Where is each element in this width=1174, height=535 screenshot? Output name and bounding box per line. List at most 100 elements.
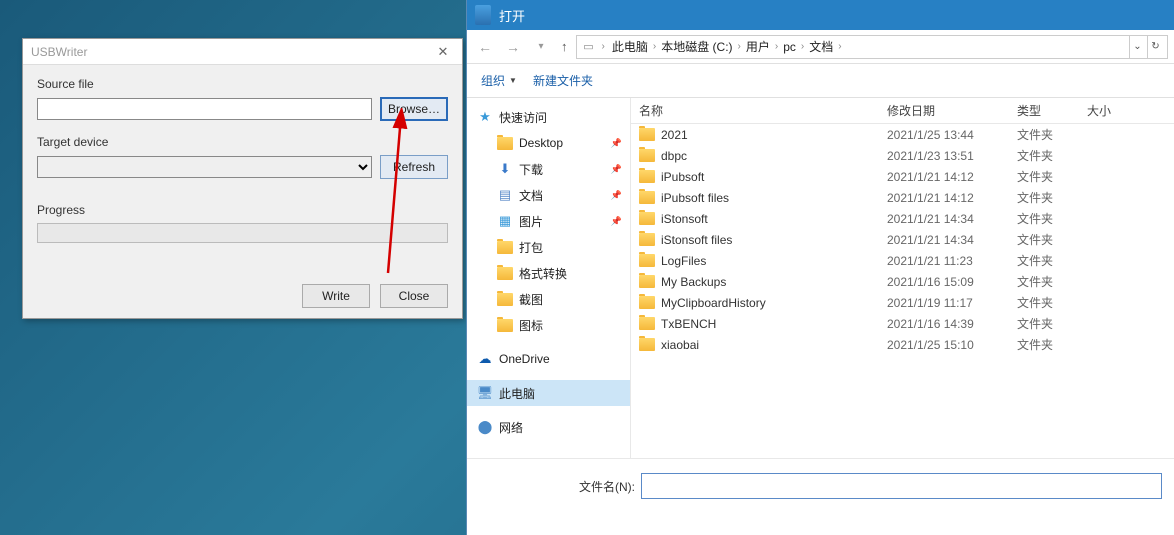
sidebar-item-label: 打包 xyxy=(519,239,543,256)
file-name: iPubsoft xyxy=(661,170,704,184)
file-row[interactable]: My Backups 2021/1/16 15:09文件夹 xyxy=(631,271,1174,292)
file-date: 2021/1/21 14:12 xyxy=(887,191,1017,205)
folder-icon xyxy=(639,317,655,330)
sidebar-item[interactable]: 打包 xyxy=(467,234,630,260)
file-name: iPubsoft files xyxy=(661,191,729,205)
progress-bar xyxy=(37,223,448,243)
new-folder-button[interactable]: 新建文件夹 xyxy=(533,72,593,89)
file-type: 文件夹 xyxy=(1017,252,1087,269)
organize-menu[interactable]: 组织▼ xyxy=(481,72,517,89)
column-type[interactable]: 类型 xyxy=(1017,102,1087,119)
pc-icon: 🖥 xyxy=(477,385,493,401)
sidebar-item[interactable]: 图标 xyxy=(467,312,630,338)
file-row[interactable]: iStonsoft2021/1/21 14:34文件夹 xyxy=(631,208,1174,229)
breadcrumb-item[interactable]: pc xyxy=(781,40,798,54)
sidebar-item[interactable]: Desktop📌 xyxy=(467,130,630,156)
file-name: xiaobai xyxy=(661,338,699,352)
file-row[interactable]: iPubsoft files 2021/1/21 14:12文件夹 xyxy=(631,187,1174,208)
file-type: 文件夹 xyxy=(1017,336,1087,353)
cloud-icon: ☁ xyxy=(477,351,493,367)
write-button[interactable]: Write xyxy=(302,284,370,308)
file-row[interactable]: xiaobai2021/1/25 15:10文件夹 xyxy=(631,334,1174,355)
breadcrumb-item[interactable]: 文档 xyxy=(807,38,835,55)
progress-label: Progress xyxy=(37,203,448,217)
nav-forward-icon[interactable]: → xyxy=(501,35,525,59)
folder-icon xyxy=(497,319,513,332)
sidebar-item-label: 格式转换 xyxy=(519,265,567,282)
chevron-right-icon: › xyxy=(650,41,659,52)
sidebar-quick-access[interactable]: ★ 快速访问 xyxy=(467,104,630,130)
column-size[interactable]: 大小 xyxy=(1087,102,1174,119)
filename-label: 文件名(N): xyxy=(579,478,635,495)
column-date[interactable]: 修改日期 xyxy=(887,102,1017,119)
file-row[interactable]: MyClipboardHistory2021/1/19 11:17文件夹 xyxy=(631,292,1174,313)
file-row[interactable]: LogFiles 2021/1/21 11:23文件夹 xyxy=(631,250,1174,271)
sidebar-network[interactable]: ⬤ 网络 xyxy=(467,414,630,440)
file-name: TxBENCH xyxy=(661,317,716,331)
file-type: 文件夹 xyxy=(1017,294,1087,311)
network-icon: ⬤ xyxy=(477,419,493,435)
sidebar-item[interactable]: ▦图片📌 xyxy=(467,208,630,234)
doc-icon: ▤ xyxy=(497,187,513,203)
source-file-input[interactable] xyxy=(37,98,372,120)
folder-icon xyxy=(639,338,655,351)
breadcrumb-dropdown-icon[interactable]: ⌄ xyxy=(1129,36,1145,58)
column-name[interactable]: 名称 xyxy=(639,102,887,119)
sidebar-item[interactable]: 格式转换 xyxy=(467,260,630,286)
breadcrumb-item[interactable]: 用户 xyxy=(744,38,772,55)
file-row[interactable]: 20212021/1/25 13:44文件夹 xyxy=(631,124,1174,145)
file-name: My Backups xyxy=(661,275,726,289)
file-date: 2021/1/23 13:51 xyxy=(887,149,1017,163)
sidebar-item[interactable]: ▤ 文档 📌 xyxy=(467,182,630,208)
file-dialog-titlebar[interactable]: 打开 xyxy=(467,0,1174,30)
sidebar-item[interactable]: 截图 xyxy=(467,286,630,312)
file-row[interactable]: dbpc 2021/1/23 13:51文件夹 xyxy=(631,145,1174,166)
refresh-icon[interactable]: ↻ xyxy=(1147,36,1163,58)
file-name: LogFiles xyxy=(661,254,706,268)
breadcrumb-item[interactable]: 本地磁盘 (C:) xyxy=(659,38,734,55)
file-dialog-title: 打开 xyxy=(499,6,525,25)
target-device-select[interactable] xyxy=(37,156,372,178)
breadcrumb[interactable]: ▭ › 此电脑›本地磁盘 (C:)›用户›pc›文档› ⌄ ↻ xyxy=(576,35,1169,59)
usbwriter-body: Source file Browse… Target device Refres… xyxy=(23,65,462,255)
sidebar-onedrive[interactable]: ☁ OneDrive xyxy=(467,346,630,372)
close-icon[interactable]: ✕ xyxy=(428,41,458,63)
folder-icon xyxy=(639,296,655,309)
app-icon xyxy=(475,5,491,25)
file-name: dbpc xyxy=(661,149,687,163)
file-date: 2021/1/21 11:23 xyxy=(887,254,1017,268)
nav-up-icon[interactable]: ↑ xyxy=(561,39,568,54)
folder-icon xyxy=(639,275,655,288)
file-row[interactable]: iStonsoft files2021/1/21 14:34文件夹 xyxy=(631,229,1174,250)
filename-input[interactable] xyxy=(641,473,1162,499)
file-name: MyClipboardHistory xyxy=(661,296,766,310)
file-type: 文件夹 xyxy=(1017,315,1087,332)
file-row[interactable]: iPubsoft2021/1/21 14:12文件夹 xyxy=(631,166,1174,187)
sidebar-item-label: 图片 xyxy=(519,213,543,230)
file-name: iStonsoft xyxy=(661,212,708,226)
nav-recent-icon[interactable]: ▾ xyxy=(529,35,553,59)
sidebar-item[interactable]: ⬇下载📌 xyxy=(467,156,630,182)
pin-icon: 📌 xyxy=(611,190,622,201)
file-type: 文件夹 xyxy=(1017,210,1087,227)
file-type: 文件夹 xyxy=(1017,147,1087,164)
breadcrumb-item[interactable]: 此电脑 xyxy=(610,38,650,55)
chevron-right-icon: › xyxy=(772,41,781,52)
browse-button[interactable]: Browse… xyxy=(380,97,448,121)
close-button[interactable]: Close xyxy=(380,284,448,308)
file-type: 文件夹 xyxy=(1017,231,1087,248)
file-row[interactable]: TxBENCH2021/1/16 14:39文件夹 xyxy=(631,313,1174,334)
file-dialog: 打开 ← → ▾ ↑ ▭ › 此电脑›本地磁盘 (C:)›用户›pc›文档› ⌄… xyxy=(466,0,1174,535)
chevron-right-icon: › xyxy=(835,41,844,52)
file-type: 文件夹 xyxy=(1017,189,1087,206)
sidebar-this-pc[interactable]: 🖥 此电脑 xyxy=(467,380,630,406)
sidebar-item-label: 文档 xyxy=(519,187,543,204)
usbwriter-titlebar[interactable]: USBWriter ✕ xyxy=(23,39,462,65)
file-type: 文件夹 xyxy=(1017,273,1087,290)
nav-back-icon[interactable]: ← xyxy=(473,35,497,59)
usbwriter-window: USBWriter ✕ Source file Browse… Target d… xyxy=(22,38,463,319)
download-icon: ⬇ xyxy=(497,161,513,177)
refresh-button[interactable]: Refresh xyxy=(380,155,448,179)
file-date: 2021/1/16 15:09 xyxy=(887,275,1017,289)
file-list-header[interactable]: 名称 修改日期 类型 大小 xyxy=(631,98,1174,124)
